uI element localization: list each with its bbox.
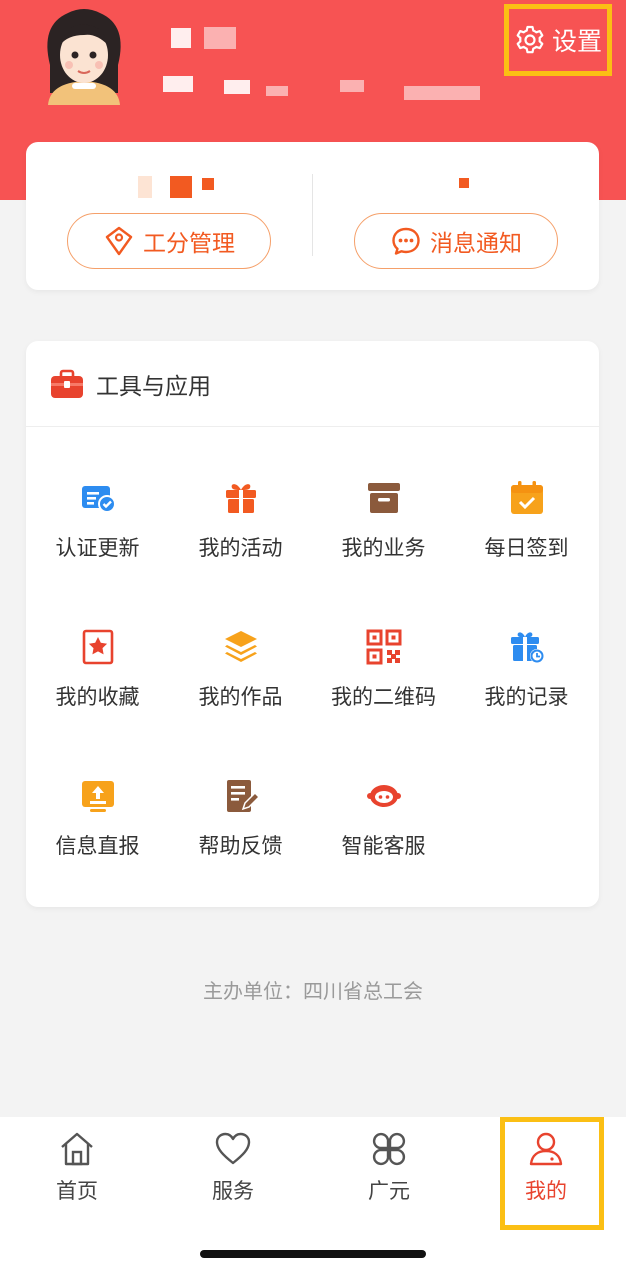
star-bookmark-icon xyxy=(82,629,113,665)
redacted-userinfo xyxy=(163,76,193,92)
tools-header: 工具与应用 xyxy=(26,341,599,427)
tool-daily-checkin[interactable]: 每日签到 xyxy=(455,478,598,588)
robot-icon xyxy=(366,785,401,807)
redacted-points-value xyxy=(202,178,214,190)
tool-label: 帮助反馈 xyxy=(198,834,283,858)
redacted-username xyxy=(204,27,236,49)
tab-guangyuan[interactable]: 广元 xyxy=(341,1129,437,1221)
tab-home[interactable]: 首页 xyxy=(29,1129,125,1221)
archive-box-icon xyxy=(367,483,400,513)
active-tab-highlight xyxy=(500,1117,604,1230)
tool-label: 认证更新 xyxy=(55,536,140,560)
tool-smart-service[interactable]: 智能客服 xyxy=(312,776,455,886)
gift-icon xyxy=(225,484,256,513)
tool-info-report[interactable]: 信息直报 xyxy=(26,776,169,886)
redacted-userinfo xyxy=(224,80,250,94)
tool-label: 我的收藏 xyxy=(55,685,140,709)
organizer-note: 主办单位：四川省总工会 xyxy=(203,979,423,1003)
points-management-button[interactable]: 工分管理 xyxy=(67,213,271,269)
chat-bubble-icon xyxy=(392,227,420,255)
tools-title: 工具与应用 xyxy=(96,373,211,400)
home-indicator[interactable] xyxy=(200,1250,426,1258)
tool-my-favorites[interactable]: 我的收藏 xyxy=(26,627,169,737)
tool-label: 信息直报 xyxy=(55,834,140,858)
tool-label: 我的作品 xyxy=(198,685,283,709)
tool-my-qrcode[interactable]: 我的二维码 xyxy=(312,627,455,737)
tool-label: 我的记录 xyxy=(484,685,569,709)
tool-label: 智能客服 xyxy=(341,834,426,858)
points-management-label: 工分管理 xyxy=(143,231,235,257)
qr-code-icon xyxy=(366,629,401,665)
settings-button[interactable]: 设置 xyxy=(504,4,612,76)
edit-note-icon xyxy=(226,780,260,812)
layers-icon xyxy=(224,631,257,662)
redacted-username xyxy=(171,28,191,48)
redacted-userinfo xyxy=(266,86,288,96)
redacted-points-value xyxy=(170,176,192,198)
calendar-check-icon xyxy=(510,481,543,514)
girl-avatar-icon[interactable] xyxy=(38,5,130,105)
tool-label: 每日签到 xyxy=(484,536,569,560)
divider xyxy=(312,174,313,256)
stats-card: 工分管理 消息通知 xyxy=(26,142,599,290)
tab-label: 首页 xyxy=(56,1179,98,1203)
upload-icon xyxy=(81,781,114,812)
redacted-points-value xyxy=(138,176,152,198)
tab-label: 服务 xyxy=(212,1179,254,1203)
tool-my-activities[interactable]: 我的活动 xyxy=(169,478,312,588)
four-petal-icon xyxy=(372,1132,406,1166)
tool-my-business[interactable]: 我的业务 xyxy=(312,478,455,588)
tab-service[interactable]: 服务 xyxy=(185,1129,281,1221)
certificate-icon xyxy=(81,486,116,513)
tab-label: 广元 xyxy=(368,1179,410,1203)
tool-certification-update[interactable]: 认证更新 xyxy=(26,478,169,588)
tools-card: 工具与应用 认证更新 我的活动 我的业务 每日签到 我的收藏 我的作品 我的二维… xyxy=(26,341,599,907)
gear-icon xyxy=(516,25,544,54)
tag-icon xyxy=(105,226,133,256)
briefcase-icon xyxy=(51,369,83,398)
tool-my-works[interactable]: 我的作品 xyxy=(169,627,312,737)
gift-clock-icon xyxy=(510,632,544,663)
tool-label: 我的二维码 xyxy=(331,685,436,709)
tool-my-records[interactable]: 我的记录 xyxy=(455,627,598,737)
home-icon xyxy=(61,1132,93,1166)
heart-icon xyxy=(215,1132,251,1165)
tool-label: 我的活动 xyxy=(198,536,283,560)
redacted-userinfo xyxy=(404,86,480,100)
settings-label: 设置 xyxy=(551,27,602,56)
message-notification-button[interactable]: 消息通知 xyxy=(354,213,558,269)
redacted-message-count xyxy=(459,178,469,188)
redacted-userinfo xyxy=(340,80,364,92)
tool-help-feedback[interactable]: 帮助反馈 xyxy=(169,776,312,886)
message-notification-label: 消息通知 xyxy=(430,231,522,257)
tool-label: 我的业务 xyxy=(341,536,426,560)
